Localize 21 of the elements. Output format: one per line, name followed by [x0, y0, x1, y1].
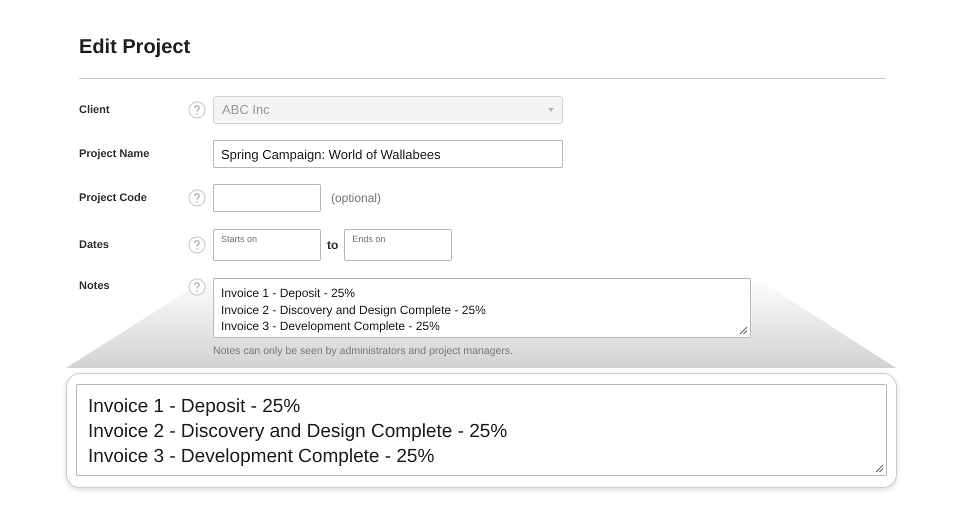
- field-label: Project Name: [79, 146, 150, 162]
- field-label: Notes: [79, 279, 111, 294]
- page-title: Edit Project: [79, 32, 886, 79]
- project-code-field[interactable]: [213, 184, 321, 212]
- help-icon[interactable]: [188, 278, 206, 296]
- caret-icon: [548, 108, 554, 112]
- field-label: Dates: [79, 238, 110, 253]
- field-label: Client: [79, 102, 111, 118]
- to-label: to: [327, 237, 338, 254]
- help-icon[interactable]: [188, 236, 206, 254]
- notes-field[interactable]: Invoice 1 - Deposit - 25% Invoice 2 - Discovery and Design Complete - 25% Invoice 3 - Development Complete - 25%: [213, 278, 751, 338]
- resize-handle-icon[interactable]: [875, 464, 884, 473]
- magnified-notes-field: Invoice 1 - Deposit - 25% Invoice 2 - Discovery and Design Complete - 25% Invoice 3 - Development Complete - 25%: [76, 384, 887, 476]
- help-icon[interactable]: [188, 189, 206, 207]
- resize-handle-icon[interactable]: [739, 326, 748, 335]
- project-name-field[interactable]: Spring Campaign: World of Wallabees: [213, 140, 563, 168]
- notes-hint: Notes can only be seen by administrators and project managers.: [213, 344, 514, 359]
- start-date-field[interactable]: Starts on: [213, 229, 321, 261]
- end-date-field[interactable]: Ends on: [344, 229, 452, 261]
- optional-label: (optional): [331, 190, 382, 207]
- field-label: Project Code: [79, 190, 148, 206]
